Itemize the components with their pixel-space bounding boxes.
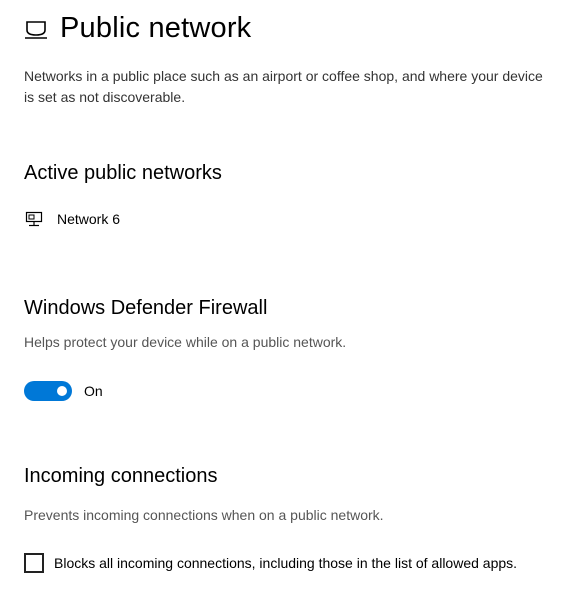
active-networks-heading: Active public networks	[24, 162, 222, 184]
page-title: Public network	[60, 12, 252, 44]
firewall-toggle-switch[interactable]	[24, 381, 72, 401]
page-header: Public network	[24, 12, 251, 45]
incoming-connections-heading: Incoming connections	[24, 465, 218, 487]
block-incoming-checkbox[interactable]	[24, 553, 44, 573]
ethernet-network-icon	[25, 211, 43, 227]
firewall-toggle-row: On	[24, 381, 103, 401]
network-name: Network 6	[57, 211, 121, 227]
incoming-connections-help-text: Prevents incoming connections when on a …	[24, 507, 384, 523]
firewall-help-text: Helps protect your device while on a pub…	[24, 334, 347, 350]
page-description: Networks in a public place such as an ai…	[24, 68, 543, 105]
block-incoming-label[interactable]: Blocks all incoming connections, includi…	[54, 552, 554, 574]
public-network-icon	[24, 18, 48, 40]
firewall-toggle-state: On	[84, 383, 103, 399]
network-list-item: Network 6	[25, 211, 120, 227]
block-incoming-checkbox-row: Blocks all incoming connections, includi…	[24, 552, 554, 574]
firewall-heading: Windows Defender Firewall	[24, 297, 268, 319]
toggle-knob	[57, 386, 67, 396]
public-network-settings-page: Public network Networks in a public plac…	[0, 0, 573, 611]
